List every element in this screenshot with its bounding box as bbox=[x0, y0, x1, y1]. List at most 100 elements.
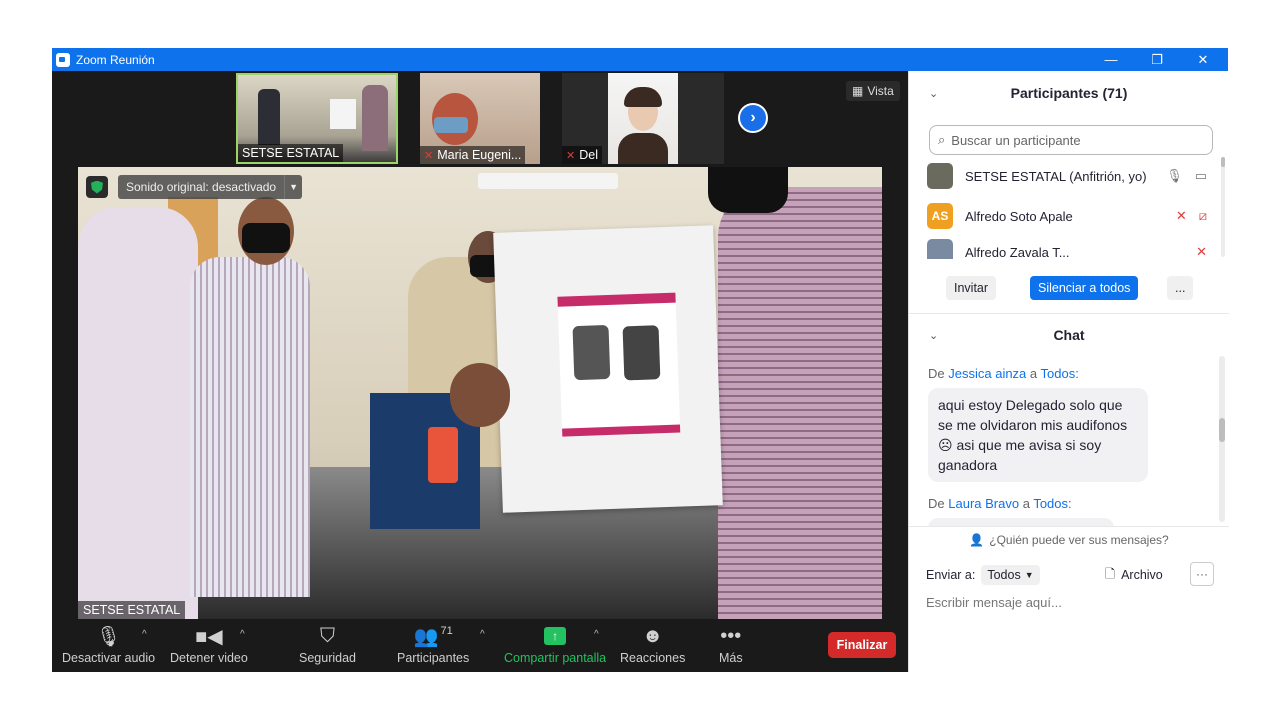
message-input[interactable]: Escribir mensaje aquí... bbox=[926, 595, 1062, 610]
original-sound-label: Sonido original: desactivado bbox=[126, 180, 277, 194]
title-bar: Zoom Reunión — ❐ ✕ bbox=[52, 48, 1228, 71]
participant-name: Alfredo Soto Apale bbox=[965, 208, 1073, 224]
video-thumbnail[interactable]: ✕ Del bbox=[562, 73, 724, 164]
video-thumbnail[interactable]: ✕ Maria Eugeni... bbox=[420, 73, 540, 164]
end-meeting-button[interactable]: Finalizar bbox=[828, 632, 896, 658]
more-dots-icon: ••• bbox=[720, 624, 742, 647]
share-screen-icon: ↑ bbox=[544, 623, 567, 649]
reactions-button[interactable]: ☻ Reacciones bbox=[620, 623, 685, 666]
recipient-name: Todos bbox=[1033, 496, 1069, 511]
speaker-name-label: SETSE ESTATAL bbox=[78, 601, 186, 619]
side-panel: ⌄ Participantes (71) ⌕ Buscar un partici… bbox=[908, 71, 1229, 672]
participant-row[interactable]: Alfredo Zavala T... ✕ bbox=[927, 235, 1217, 259]
chat-title: Chat bbox=[1053, 327, 1085, 343]
microphone-icon[interactable]: 🎙 bbox=[1166, 168, 1183, 184]
stop-video-button[interactable]: ■◀ Detener video bbox=[170, 623, 248, 666]
minimize-button[interactable]: — bbox=[1088, 48, 1134, 71]
microphone-icon: 🎙 bbox=[95, 625, 122, 648]
active-speaker-video: Sonido original: desactivado ▼ SETSE EST… bbox=[78, 167, 882, 619]
shield-icon: ⛉ bbox=[320, 624, 335, 647]
chevron-down-icon[interactable]: ⌄ bbox=[929, 329, 938, 342]
share-screen-button[interactable]: ↑ Compartir pantalla bbox=[504, 623, 606, 665]
recipient-name: Todos bbox=[1040, 366, 1076, 381]
participant-scrollbar[interactable] bbox=[1221, 157, 1225, 257]
participant-search-input[interactable]: ⌕ Buscar un participante bbox=[929, 125, 1213, 155]
video-options-caret-icon[interactable]: ^ bbox=[240, 629, 245, 640]
invite-button[interactable]: Invitar bbox=[946, 276, 997, 300]
video-camera-icon[interactable]: ▭ bbox=[1195, 168, 1207, 184]
chat-scrollbar[interactable] bbox=[1219, 356, 1225, 522]
mute-all-button[interactable]: Silenciar a todos bbox=[1030, 276, 1139, 300]
mic-muted-icon: ✕ bbox=[424, 149, 434, 162]
message-header: De Jessica ainza a Todos: bbox=[928, 366, 1079, 381]
chat-header: ⌄ Chat bbox=[909, 313, 1229, 357]
message-visibility-link[interactable]: 👤 ¿Quién puede ver sus mensajes? bbox=[909, 526, 1229, 554]
participant-status-icons: ✕ bbox=[1196, 244, 1207, 259]
next-page-button[interactable]: › bbox=[738, 103, 768, 133]
sender-name[interactable]: Jessica ainza bbox=[948, 366, 1026, 381]
view-button[interactable]: ▦ Vista bbox=[846, 81, 900, 101]
avatar bbox=[927, 163, 953, 189]
recipient-dropdown[interactable]: Todos ▼ bbox=[981, 565, 1040, 585]
restore-button[interactable]: ❐ bbox=[1134, 48, 1180, 71]
people-icon: 👥 71 bbox=[413, 625, 453, 648]
zoom-app-icon bbox=[56, 52, 70, 67]
participants-header: ⌄ Participantes (71) bbox=[909, 71, 1229, 115]
audio-options-caret-icon[interactable]: ^ bbox=[142, 629, 147, 640]
participants-button[interactable]: 👥 71 Participantes bbox=[397, 623, 469, 665]
sender-name[interactable]: Laura Bravo bbox=[948, 496, 1019, 511]
face-mask bbox=[242, 223, 290, 253]
message-header: De Laura Bravo a Todos: bbox=[928, 496, 1072, 511]
hand bbox=[450, 363, 510, 427]
person-right bbox=[718, 187, 882, 619]
chat-messages: De Jessica ainza a Todos: aqui estoy Del… bbox=[909, 356, 1229, 526]
participant-status-icons: 🎙 ▭ bbox=[1166, 168, 1207, 184]
thumbnail-name: SETSE ESTATAL bbox=[242, 146, 340, 160]
encryption-shield-icon[interactable] bbox=[86, 176, 108, 198]
participant-row[interactable]: SETSE ESTATAL (Anfitrión, yo) 🎙 ▭ bbox=[927, 159, 1217, 193]
close-button[interactable]: ✕ bbox=[1180, 48, 1226, 71]
grid-icon: ▦ bbox=[852, 84, 864, 98]
participants-options-caret-icon[interactable]: ^ bbox=[480, 629, 485, 640]
participants-count: 71 bbox=[440, 625, 453, 637]
file-button[interactable]: 🗋 Archivo bbox=[1105, 563, 1163, 587]
security-button[interactable]: ⛉ Seguridad bbox=[299, 623, 356, 666]
participant-list: SETSE ESTATAL (Anfitrión, yo) 🎙 ▭ AS Alf… bbox=[909, 159, 1229, 259]
chevron-down-icon[interactable]: ▼ bbox=[284, 175, 302, 199]
mic-muted-icon[interactable]: ✕ bbox=[1196, 244, 1207, 259]
air-conditioner bbox=[478, 173, 618, 189]
window-title: Zoom Reunión bbox=[76, 52, 155, 67]
participant-name: Alfredo Zavala T... bbox=[965, 244, 1070, 260]
share-options-caret-icon[interactable]: ^ bbox=[594, 629, 599, 640]
smiley-add-icon: ☻ bbox=[642, 624, 664, 647]
chevron-down-icon[interactable]: ⌄ bbox=[929, 87, 938, 100]
video-off-icon[interactable]: ⧄ bbox=[1199, 208, 1207, 224]
zoom-window: Zoom Reunión — ❐ ✕ SETSE ESTATAL ✕ Maria… bbox=[52, 48, 1229, 672]
mic-muted-icon[interactable]: ✕ bbox=[1176, 208, 1187, 224]
face-mask bbox=[708, 167, 788, 213]
video-area: SETSE ESTATAL ✕ Maria Eugeni... ✕ Del › bbox=[52, 71, 908, 672]
video-camera-icon: ■◀ bbox=[195, 625, 223, 648]
participant-row[interactable]: AS Alfredo Soto Apale ✕ ⧄ bbox=[927, 199, 1217, 233]
original-sound-toggle[interactable]: Sonido original: desactivado ▼ bbox=[118, 175, 303, 199]
send-to-label: Enviar a: bbox=[926, 568, 976, 582]
view-label: Vista bbox=[867, 84, 894, 98]
send-to: Enviar a: Todos ▼ bbox=[926, 563, 1040, 587]
thumbnail-name: Del bbox=[579, 148, 598, 162]
mic-muted-icon: ✕ bbox=[566, 149, 576, 162]
avatar: AS bbox=[927, 203, 953, 229]
tfal-box bbox=[557, 292, 681, 437]
thumbnail-name: Maria Eugeni... bbox=[437, 148, 522, 162]
held-paper bbox=[493, 225, 723, 513]
video-thumbnail[interactable]: SETSE ESTATAL bbox=[236, 73, 398, 164]
chat-message-bubble bbox=[928, 518, 1114, 526]
participant-actions: Invitar Silenciar a todos ... bbox=[909, 276, 1229, 302]
chevron-down-icon: ▼ bbox=[1024, 570, 1034, 580]
participants-more-button[interactable]: ... bbox=[1167, 276, 1194, 300]
more-button[interactable]: ••• Más bbox=[719, 623, 743, 666]
chat-more-button[interactable]: ··· bbox=[1190, 562, 1214, 586]
thumbnail-label: SETSE ESTATAL bbox=[238, 144, 344, 162]
person-left bbox=[78, 207, 198, 619]
avatar bbox=[927, 239, 953, 259]
participants-title: Participantes (71) bbox=[1010, 85, 1128, 101]
